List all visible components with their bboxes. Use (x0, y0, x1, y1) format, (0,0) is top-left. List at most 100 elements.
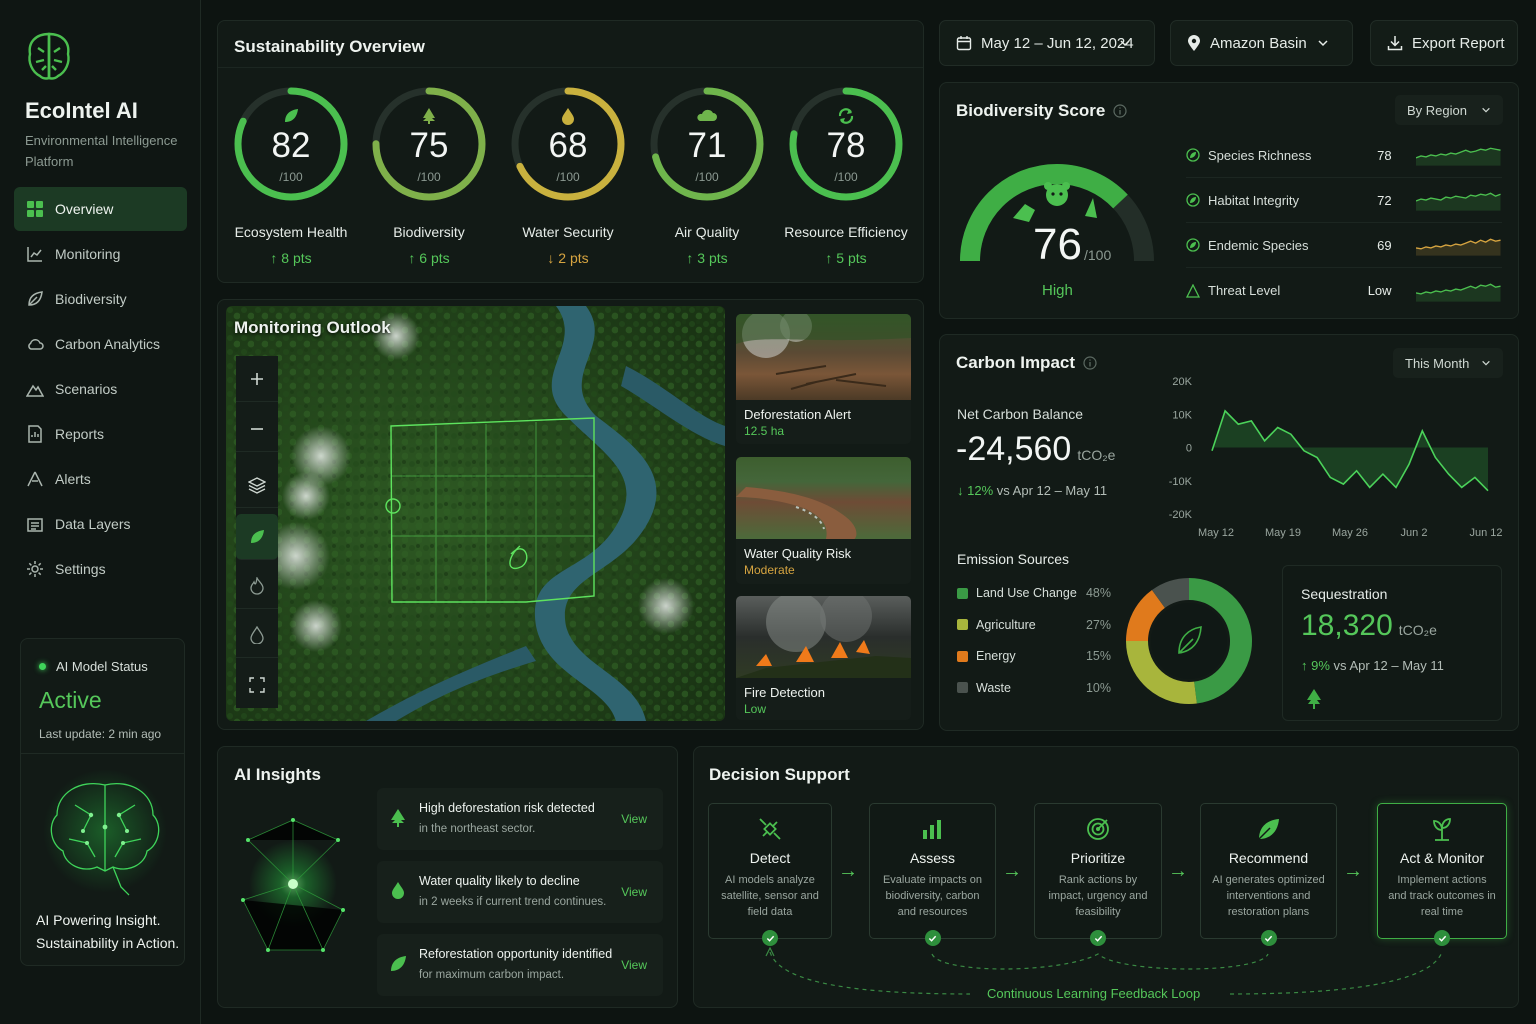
sequestration-delta-text: vs Apr 12 – May 11 (1333, 658, 1444, 673)
insight-subtitle: for maximum carbon impact. (419, 969, 565, 981)
alert-title: Fire Detection (744, 685, 825, 700)
insight-view-link[interactable]: View (621, 885, 647, 899)
zoom-out-button[interactable] (236, 406, 278, 452)
sidebar-item-biodiversity[interactable]: Biodiversity (14, 277, 187, 321)
layers-icon (27, 518, 43, 532)
biodiversity-row[interactable]: Endemic Species 69 (1186, 223, 1502, 268)
sidebar-item-data-layers[interactable]: Data Layers (14, 502, 187, 546)
emission-legend-item: Land Use Change 48% (957, 586, 1111, 600)
recycle-icon (838, 108, 854, 124)
metric-denom: /100 (834, 170, 858, 184)
region-select[interactable]: Amazon Basin (1170, 20, 1353, 66)
sparkline (1415, 238, 1501, 256)
fire-detection-card[interactable]: Fire Detection Low (736, 596, 911, 720)
metric-resource-efficiency[interactable]: 78 /100 Resource Efficiency ↑ 5 pts (784, 84, 908, 266)
biodiversity-filter-select[interactable]: By Region (1395, 95, 1503, 125)
metric-label: Ecosystem Health (234, 224, 348, 240)
chart-icon (27, 247, 42, 262)
chevron-down-icon (1318, 40, 1328, 47)
brain-circuit-icon (43, 769, 167, 896)
metric-value: 78 (826, 126, 866, 165)
sidebar-item-alerts[interactable]: Alerts (14, 457, 187, 501)
decision-step-act-monitor[interactable]: Act & Monitor Implement actions and trac… (1377, 803, 1507, 946)
info-icon[interactable] (1113, 104, 1127, 118)
decision-step-prioritize[interactable]: Prioritize Rank actions by impact, urgen… (1034, 803, 1162, 946)
info-icon[interactable] (1083, 356, 1097, 370)
sidebar-item-settings[interactable]: Settings (14, 547, 187, 591)
water-layer-button[interactable] (236, 612, 278, 658)
water-quality-card[interactable]: Water Quality Risk Moderate (736, 457, 911, 584)
sidebar-item-label: Data Layers (55, 516, 131, 532)
sidebar-item-monitoring[interactable]: Monitoring (14, 232, 187, 276)
arrow-right-icon: → (1343, 860, 1363, 882)
metric-label: Biodiversity (393, 224, 465, 240)
sidebar-nav: Overview Monitoring Biodiversity Carbon … (14, 187, 187, 592)
download-icon (1387, 36, 1403, 51)
bars-icon (922, 820, 941, 839)
metric-water-security[interactable]: 68 /100 Water Security ↓ 2 pts (508, 84, 628, 266)
biodiversity-row[interactable]: Species Richness 78 (1186, 133, 1502, 178)
region-label: Amazon Basin (1210, 34, 1307, 52)
sidebar-item-carbon-analytics[interactable]: Carbon Analytics (14, 322, 187, 366)
calendar-icon (956, 36, 972, 51)
sidebar-item-label: Alerts (55, 471, 91, 487)
date-range-select[interactable]: May 12 – Jun 12, 2024 (939, 20, 1155, 66)
emission-legend-item: Energy 15% (957, 649, 1111, 663)
step-description: Implement actions and track outcomes in … (1388, 874, 1496, 918)
export-report-button[interactable]: Export Report (1370, 20, 1518, 66)
zoom-in-button[interactable] (236, 356, 278, 402)
metric-biodiversity[interactable]: 75 /100 Biodiversity ↑ 6 pts (369, 84, 489, 266)
deforestation-image (736, 314, 911, 400)
deforestation-alert-card[interactable]: Deforestation Alert 12.5 ha (736, 314, 911, 444)
drop-icon (392, 882, 404, 899)
alert-title: Deforestation Alert (744, 407, 851, 422)
arrow-right-icon: → (1002, 860, 1022, 882)
arrow-right-icon: → (1168, 860, 1188, 882)
plus-icon (251, 372, 263, 385)
biodiversity-row[interactable]: Threat Level Low (1186, 268, 1502, 313)
metric-ecosystem-health[interactable]: 82 /100 Ecosystem Health ↑ 8 pts (231, 84, 351, 266)
chevron-down-icon (1120, 40, 1130, 47)
row-value: 78 (1377, 147, 1392, 163)
vegetation-layer-button[interactable] (236, 514, 278, 560)
leaf-icon (251, 529, 264, 543)
decision-step-assess[interactable]: Assess Evaluate impacts on biodiversity,… (869, 803, 996, 946)
sidebar-item-reports[interactable]: Reports (14, 412, 187, 456)
biodiversity-row[interactable]: Habitat Integrity 72 (1186, 178, 1502, 223)
fire-layer-button[interactable] (236, 563, 278, 609)
tree-icon (391, 809, 405, 827)
drop-icon (562, 108, 574, 125)
sidebar-item-scenarios[interactable]: Scenarios (14, 367, 187, 411)
step-name: Assess (909, 850, 956, 866)
layers-button[interactable] (236, 462, 278, 508)
insight-item[interactable]: Reforestation opportunity identified for… (377, 934, 663, 996)
sidebar-item-overview[interactable]: Overview (14, 187, 187, 231)
decision-step-recommend[interactable]: Recommend AI generates optimized interve… (1200, 803, 1337, 946)
brain-logo-icon (28, 32, 70, 80)
step-name: Prioritize (1070, 850, 1126, 866)
metric-air-quality[interactable]: 71 /100 Air Quality ↑ 3 pts (647, 84, 767, 266)
x-tick-label: May 26 (1332, 527, 1368, 539)
date-range-label: May 12 – Jun 12, 2024 (981, 34, 1134, 52)
mountain-icon (26, 384, 44, 397)
satellite-icon (759, 818, 781, 840)
biodiversity-denom: /100 (1084, 247, 1112, 263)
row-name: Habitat Integrity (1208, 192, 1300, 208)
leaf-icon (285, 109, 298, 122)
fullscreen-button[interactable] (236, 662, 278, 708)
insight-view-link[interactable]: View (621, 958, 647, 972)
net-carbon-unit: tCO₂e (1077, 447, 1116, 463)
alert-detail: Low (744, 702, 767, 716)
insight-item[interactable]: High deforestation risk detected in the … (377, 788, 663, 850)
alert-detail: Moderate (744, 563, 795, 577)
status-updated: Last update: 2 min ago (39, 727, 162, 741)
insight-view-link[interactable]: View (621, 812, 647, 826)
insight-item[interactable]: Water quality likely to decline in 2 wee… (377, 861, 663, 923)
satellite-map[interactable] (226, 306, 725, 721)
down-arrow-icon: ↓ (957, 483, 968, 498)
row-name: Threat Level (1208, 283, 1281, 298)
metric-label: Water Security (522, 224, 614, 240)
sidebar-item-label: Settings (55, 561, 106, 577)
brand-subtitle: Environmental Intelligence Platform (25, 133, 178, 169)
decision-step-detect[interactable]: Detect AI models analyze satellite, sens… (708, 803, 832, 946)
